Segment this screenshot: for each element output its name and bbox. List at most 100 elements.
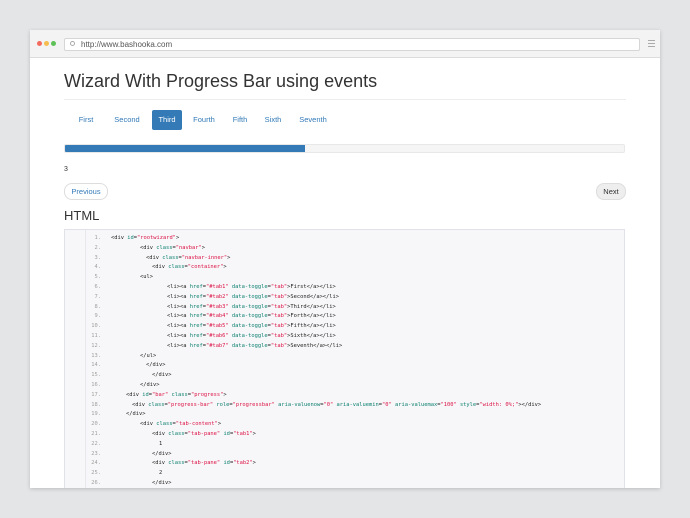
code-text: <li><a href="#tab4" data-toggle="tab">Fo…: [167, 313, 336, 320]
hamburger-menu-icon[interactable]: [648, 40, 655, 49]
line-number: 24.: [91, 460, 101, 467]
code-text: </div>: [126, 411, 146, 418]
code-text: <div class="tab-pane" id="tab1">: [152, 431, 256, 437]
page-title: Wizard With Progress Bar using events: [64, 71, 378, 91]
step-number: 3: [64, 166, 68, 173]
address-bar[interactable]: http://www.bashooka.com: [64, 38, 640, 51]
code-line: 21. <div class="tab-pane" id="tab1">: [65, 430, 624, 440]
code-text: 1: [159, 440, 163, 447]
code-line: 9. <li><a href="#tab4" data-toggle="tab">…: [65, 312, 624, 322]
code-line: 8. <li><a href="#tab3" data-toggle="tab">…: [65, 303, 624, 313]
line-number: 18.: [91, 401, 101, 408]
line-number: 1.: [94, 235, 102, 241]
code-text: <ul>: [140, 274, 153, 281]
code-line: 13. </ul>: [65, 352, 624, 362]
tab-sixth[interactable]: Sixth: [256, 110, 290, 130]
line-number: 16.: [91, 382, 101, 388]
code-line: 11. <li><a href="#tab6" data-toggle="tab"…: [65, 332, 624, 342]
code-line: 5. <ul>: [65, 273, 624, 283]
title-divider: [64, 99, 626, 100]
minimize-window-icon[interactable]: [44, 41, 49, 46]
line-number: 3.: [94, 254, 102, 261]
code-line: 10. <li><a href="#tab5" data-toggle="tab"…: [65, 322, 624, 332]
code-line: 19. </div>: [65, 410, 624, 420]
line-number: 6.: [94, 284, 102, 290]
code-line: 17. <div id="bar" class="progress">: [65, 391, 624, 401]
code-line: 7. <li><a href="#tab2" data-toggle="tab">…: [65, 293, 624, 303]
line-number: 17.: [91, 391, 101, 398]
line-number: 22.: [91, 440, 101, 447]
line-number: 7.: [94, 293, 102, 300]
code-line: 20. <div class="tab-content">: [65, 420, 624, 430]
code-line: 16. </div>: [65, 381, 624, 391]
code-line: 2. <div class="navbar">: [65, 244, 624, 254]
code-text: <div class="navbar-inner">: [146, 254, 231, 261]
next-button[interactable]: Next: [596, 183, 626, 200]
code-line: 18. <div class="progress-bar" role="progr…: [65, 401, 624, 411]
line-number: 2.: [94, 244, 102, 251]
line-number: 4.: [94, 264, 102, 271]
tab-second[interactable]: Second: [104, 110, 150, 130]
line-number: 10.: [91, 323, 101, 330]
code-block[interactable]: 1. <div id="rootwizard"> 2. <div class="nav…: [64, 229, 625, 488]
line-number: 9.: [94, 313, 102, 320]
close-window-icon[interactable]: [37, 41, 42, 46]
line-number: 23.: [91, 450, 101, 457]
code-text: </div>: [152, 450, 172, 457]
progress-bar: [65, 145, 306, 152]
tab-seventh[interactable]: Seventh: [290, 110, 336, 130]
code-text: </ul>: [140, 352, 157, 359]
code-text: <li><a href="#tab3" data-toggle="tab">Th…: [167, 303, 336, 310]
code-text: <li><a href="#tab7" data-toggle="tab">Se…: [167, 342, 343, 349]
code-line: 14. </div>: [65, 361, 624, 371]
line-number: 26.: [91, 480, 101, 486]
code-text: <li><a href="#tab1" data-toggle="tab">Fi…: [167, 284, 336, 290]
line-number: 12.: [91, 342, 101, 349]
tab-fourth[interactable]: Fourth: [184, 110, 224, 130]
url-text: http://www.bashooka.com: [81, 40, 173, 49]
tab-first[interactable]: First: [68, 110, 104, 130]
line-number: 25.: [91, 470, 101, 477]
code-text: <div class="container">: [152, 264, 227, 271]
browser-toolbar: http://www.bashooka.com: [30, 30, 660, 58]
code-text: 2: [159, 470, 163, 477]
code-line: 1. <div id="rootwizard">: [65, 234, 624, 244]
code-text: <div class="tab-pane" id="tab2">: [152, 460, 256, 467]
line-number: 8.: [94, 303, 102, 310]
code-line: 26. </div>: [65, 479, 624, 488]
code-line: 23. </div>: [65, 450, 624, 460]
code-text: <div class="navbar">: [140, 244, 205, 251]
code-text: <div id="rootwizard">: [111, 235, 180, 241]
tab-fifth[interactable]: Fifth: [224, 110, 256, 130]
code-text: <li><a href="#tab2" data-toggle="tab">Se…: [167, 293, 340, 300]
code-line: 3. <div class="navbar-inner">: [65, 254, 624, 264]
code-line: 25. 2: [65, 469, 624, 479]
code-line: 22. 1: [65, 440, 624, 450]
line-number: 14.: [91, 362, 101, 369]
line-number: 13.: [91, 352, 101, 359]
code-text: <li><a href="#tab5" data-toggle="tab">Fi…: [167, 323, 336, 330]
code-text: <div id="bar" class="progress">: [126, 391, 227, 398]
code-line: 15. </div>: [65, 371, 624, 381]
line-number: 5.: [94, 274, 102, 281]
code-text: <div class="progress-bar" role="progress…: [132, 401, 542, 408]
code-text: </div>: [146, 362, 166, 369]
line-number: 21.: [91, 431, 101, 437]
maximize-window-icon[interactable]: [51, 41, 56, 46]
code-text: <div class="tab-content">: [140, 421, 222, 428]
browser-window: http://www.bashooka.com Wizard With Prog…: [30, 30, 660, 488]
code-line: 4. <div class="container">: [65, 263, 624, 273]
line-number: 11.: [91, 333, 101, 339]
code-text: <li><a href="#tab6" data-toggle="tab">Si…: [167, 333, 336, 339]
code-line: 6. <li><a href="#tab1" data-toggle="tab">…: [65, 283, 624, 293]
code-text: </div>: [152, 372, 172, 379]
tab-third[interactable]: Third: [152, 110, 182, 130]
line-number: 15.: [91, 372, 101, 379]
code-line: 24. <div class="tab-pane" id="tab2">: [65, 459, 624, 469]
previous-button[interactable]: Previous: [64, 183, 108, 200]
line-number: 19.: [91, 411, 101, 418]
code-text: </div>: [140, 382, 160, 388]
search-icon: [70, 41, 75, 46]
line-number: 20.: [91, 421, 101, 428]
code-heading: HTML: [64, 208, 100, 223]
